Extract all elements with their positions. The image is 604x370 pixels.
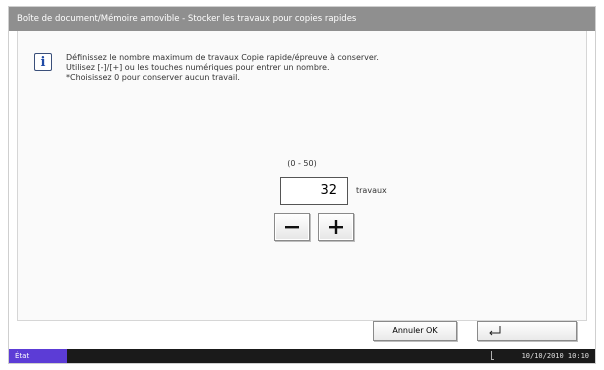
cancel-ok-button[interactable]: Annuler OK	[373, 321, 457, 341]
info-icon: i	[34, 53, 52, 71]
bottom-bar: Annuler OK	[9, 319, 595, 349]
enter-arrow-icon	[489, 326, 501, 336]
content-panel: i Définissez le nombre maximum de travau…	[17, 31, 587, 321]
unit-label: travaux	[356, 186, 387, 195]
status-state-button[interactable]: État	[9, 349, 67, 363]
title-bar: Boîte de document/Mémoire amovible - Sto…	[9, 7, 595, 31]
decrement-button[interactable]	[274, 213, 310, 241]
instruction-line-1: Définissez le nombre maximum de travaux …	[66, 53, 379, 62]
range-label: (0 - 50)	[287, 159, 317, 168]
status-bar: État 10/10/2010 10:10	[9, 349, 595, 363]
status-indicator-icon	[491, 351, 494, 360]
increment-button[interactable]	[318, 213, 354, 241]
instruction-line-3: *Choisissez 0 pour conserver aucun trava…	[66, 73, 240, 82]
plus-icon	[329, 220, 343, 234]
job-count-input[interactable]: 32	[280, 177, 348, 205]
instruction-text: Définissez le nombre maximum de travaux …	[66, 53, 566, 83]
dialog-frame: Boîte de document/Mémoire amovible - Sto…	[8, 6, 596, 364]
status-datetime: 10/10/2010 10:10	[521, 352, 589, 360]
enter-button[interactable]	[477, 321, 577, 341]
instruction-line-2: Utilisez [-]/[+] ou les touches numériqu…	[66, 63, 330, 72]
minus-icon	[285, 226, 299, 229]
